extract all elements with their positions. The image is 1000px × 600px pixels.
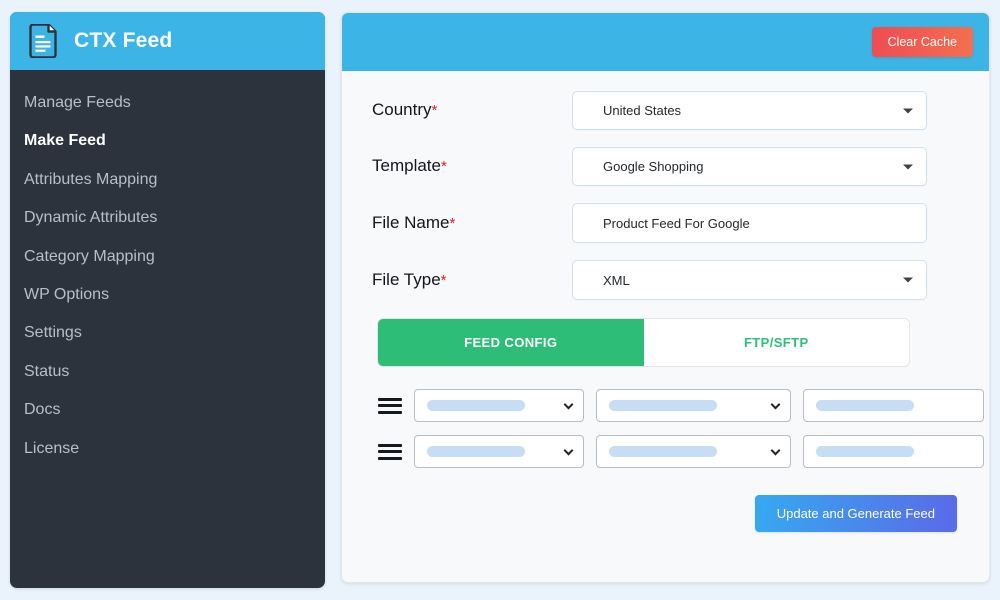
sidebar-item-settings[interactable]: Settings <box>10 314 325 352</box>
footer-actions: Update and Generate Feed <box>372 481 965 532</box>
attribute-mapping-rows <box>378 389 984 468</box>
row-2-attribute-select[interactable] <box>414 435 584 468</box>
file-name-input[interactable] <box>572 203 927 243</box>
main-panel: Clear Cache Country* Template* <box>341 12 990 583</box>
required-asterisk: * <box>449 214 456 232</box>
sidebar-item-make-feed[interactable]: Make Feed <box>10 122 325 160</box>
table-row <box>378 435 984 468</box>
tab-feed-config[interactable]: FEED CONFIG <box>378 319 644 366</box>
skeleton-placeholder <box>427 446 525 457</box>
skeleton-placeholder <box>609 400 717 411</box>
form-row-file-name: File Name* <box>372 203 965 243</box>
skeleton-placeholder <box>816 446 914 457</box>
template-label-text: Template <box>372 156 441 176</box>
row-1-attribute-select[interactable] <box>414 389 584 422</box>
country-label: Country* <box>372 100 572 120</box>
sidebar-item-wp-options[interactable]: WP Options <box>10 276 325 314</box>
table-row <box>378 389 984 422</box>
chevron-down-icon <box>770 445 781 455</box>
file-name-label: File Name* <box>372 212 572 233</box>
skeleton-placeholder <box>816 400 914 411</box>
file-type-field-wrap <box>572 260 927 300</box>
required-asterisk: * <box>440 271 447 289</box>
row-1-value-input[interactable] <box>803 389 984 422</box>
skeleton-placeholder <box>427 400 525 411</box>
update-and-generate-feed-button[interactable]: Update and Generate Feed <box>754 495 957 532</box>
template-label: Template* <box>372 156 572 176</box>
file-name-label-text: File Name <box>372 212 450 232</box>
sidebar-item-docs[interactable]: Docs <box>10 391 325 429</box>
chevron-down-icon <box>563 399 574 409</box>
skeleton-placeholder <box>609 446 717 457</box>
country-label-text: Country <box>372 100 432 120</box>
main-header-bar: Clear Cache <box>342 13 989 71</box>
brand: CTX Feed <box>10 12 325 70</box>
form-row-file-type: File Type* <box>372 260 965 300</box>
file-type-label: File Type* <box>372 269 572 290</box>
required-asterisk: * <box>431 102 438 120</box>
template-select[interactable] <box>572 147 927 186</box>
sidebar-item-manage-feeds[interactable]: Manage Feeds <box>10 84 325 122</box>
chevron-down-icon <box>770 399 781 409</box>
file-name-field-wrap <box>572 203 927 243</box>
required-asterisk: * <box>440 158 447 176</box>
row-2-type-select[interactable] <box>596 435 791 468</box>
drag-handle-icon[interactable] <box>378 396 402 416</box>
file-type-label-text: File Type <box>372 269 441 289</box>
country-select[interactable] <box>572 91 927 130</box>
sidebar-item-category-mapping[interactable]: Category Mapping <box>10 238 325 276</box>
chevron-down-icon <box>563 445 574 455</box>
app-root: CTX Feed Manage Feeds Make Feed Attribut… <box>0 0 1000 600</box>
sidebar-item-status[interactable]: Status <box>10 353 325 391</box>
row-1-type-select[interactable] <box>596 389 791 422</box>
form-row-country: Country* <box>372 91 965 130</box>
config-tabs: FEED CONFIG FTP/SFTP <box>377 318 910 367</box>
sidebar-item-license[interactable]: License <box>10 430 325 468</box>
drag-handle-icon[interactable] <box>378 442 402 462</box>
row-2-value-input[interactable] <box>803 435 984 468</box>
sidebar-item-attributes-mapping[interactable]: Attributes Mapping <box>10 161 325 199</box>
sidebar-item-dynamic-attributes[interactable]: Dynamic Attributes <box>10 199 325 237</box>
document-feed-icon <box>29 24 57 58</box>
file-type-select[interactable] <box>572 260 927 300</box>
country-field-wrap <box>572 91 927 130</box>
main-body: Country* Template* File Name* <box>342 71 989 582</box>
template-field-wrap <box>572 147 927 186</box>
sidebar-nav: Manage Feeds Make Feed Attributes Mappin… <box>10 70 325 468</box>
clear-cache-button[interactable]: Clear Cache <box>871 26 973 58</box>
form-row-template: Template* <box>372 147 965 186</box>
tab-ftp-sftp[interactable]: FTP/SFTP <box>643 319 909 366</box>
sidebar: CTX Feed Manage Feeds Make Feed Attribut… <box>10 12 325 588</box>
brand-title: CTX Feed <box>74 29 173 52</box>
